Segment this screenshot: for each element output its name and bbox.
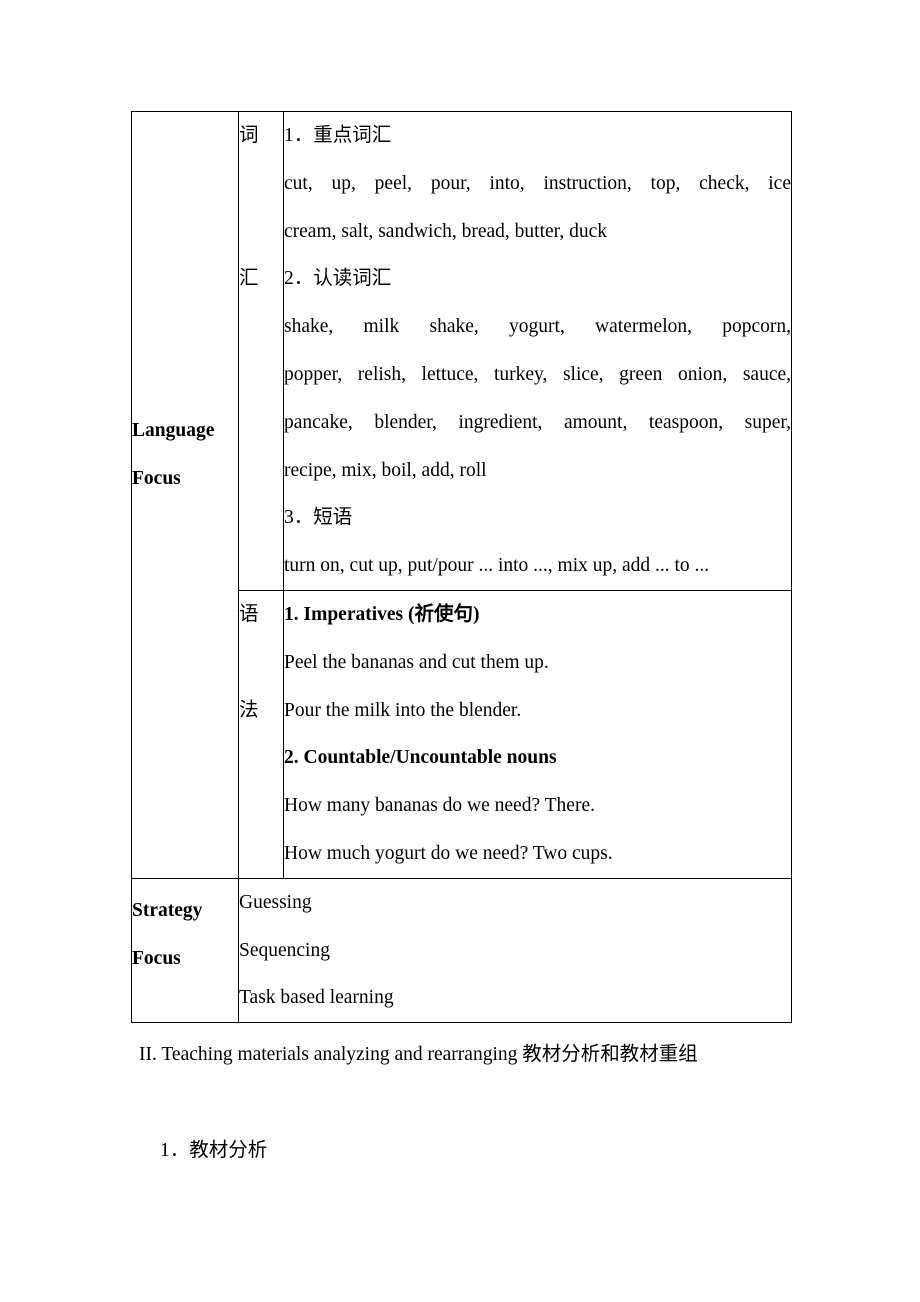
table-row-strategy-focus: Strategy Focus Guessing Sequencing Task … [131, 877, 792, 1024]
document-page: Language Focus 词 汇 1．重点词汇 cut, up, peel,… [0, 0, 920, 1302]
grammar-countable-example-1: How many bananas do we need? There. [284, 795, 595, 817]
strategy-item-sequencing: Sequencing [239, 939, 330, 961]
vocabulary-heading-recognition-words: 2．认读词汇 [284, 268, 392, 290]
grammar-imperatives-example-2: Pour the milk into the blender. [284, 699, 522, 721]
strategy-item-task-based-learning: Task based learning [239, 987, 394, 1009]
grammar-cjk-char-1: 语 [239, 603, 259, 625]
cell-vocabulary-content: 1．重点词汇 cut, up, peel, pour, into, instru… [283, 111, 792, 591]
strategy-focus-label-line-2: Focus [132, 947, 181, 969]
vocabulary-key-words-line-1: cut, up, peel, pour, into, instruction, … [284, 172, 791, 194]
language-focus-label-line-1: Language [132, 420, 215, 441]
section-heading-teaching-materials: II. Teaching materials analyzing and rea… [139, 1044, 698, 1065]
cell-grammar-content: 1. Imperatives (祈使句) Peel the bananas an… [283, 589, 792, 879]
grammar-heading-imperatives: 1. Imperatives (祈使句) [284, 603, 480, 625]
table-row-language-focus-vocabulary: Language Focus 词 汇 1．重点词汇 cut, up, peel,… [131, 111, 792, 879]
strategy-focus-label-line-1: Strategy [132, 899, 203, 921]
cell-grammar-cjk-label: 语 法 [238, 589, 284, 879]
vocabulary-recognition-line-3: pancake, blender, ingredient, amount, te… [284, 411, 791, 433]
grammar-imperatives-example-1: Peel the bananas and cut them up. [284, 651, 549, 673]
cell-strategy-focus-content: Guessing Sequencing Task based learning [238, 877, 792, 1024]
grammar-cjk-char-2: 法 [239, 699, 259, 721]
vocabulary-recognition-line-2: popper, relish, lettuce, turkey, slice, … [284, 363, 791, 385]
grammar-countable-example-2: How much yogurt do we need? Two cups. [284, 842, 613, 864]
vocabulary-phrases-line-1: turn on, cut up, put/pour ... into ..., … [284, 555, 710, 577]
vocabulary-recognition-line-1: shake, milk shake, yogurt, watermelon, p… [284, 316, 791, 338]
cell-strategy-focus-label: Strategy Focus [131, 877, 239, 1024]
cell-language-focus-label: Language Focus [131, 111, 239, 879]
vocabulary-key-words-line-2: cream, salt, sandwich, bread, butter, du… [284, 220, 608, 242]
vocabulary-recognition-line-4: recipe, mix, boil, add, roll [284, 459, 487, 481]
teaching-plan-table: Language Focus 词 汇 1．重点词汇 cut, up, peel,… [131, 111, 792, 1024]
vocabulary-heading-key-words: 1．重点词汇 [284, 125, 392, 146]
vocabulary-heading-phrases: 3．短语 [284, 507, 353, 529]
strategy-item-guessing: Guessing [239, 891, 312, 913]
subsection-heading-materials-analysis: 1．教材分析 [160, 1140, 268, 1161]
grammar-cjk-spacer [239, 639, 283, 687]
vocabulary-cjk-char-2: 汇 [239, 268, 259, 290]
grammar-heading-countable-nouns: 2. Countable/Uncountable nouns [284, 747, 557, 769]
language-focus-label-line-2: Focus [132, 467, 181, 489]
cell-vocabulary-cjk-label: 词 汇 [238, 111, 284, 591]
vocabulary-cjk-spacer [239, 160, 283, 256]
vocabulary-cjk-char-1: 词 [239, 125, 259, 146]
